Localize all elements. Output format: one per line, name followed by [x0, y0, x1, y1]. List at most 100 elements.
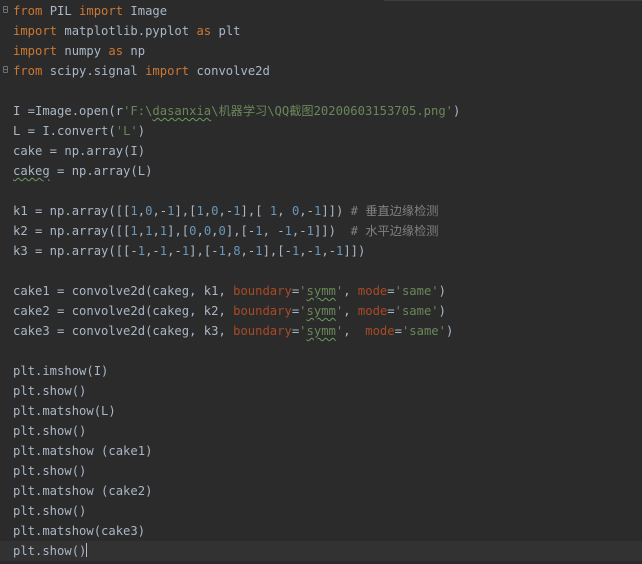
code-token: 1: [233, 204, 241, 218]
editor-gutter[interactable]: [0, 0, 12, 564]
code-token: ,: [152, 224, 160, 238]
code-token: ,-: [218, 204, 234, 218]
code-token: 1: [306, 224, 314, 238]
code-token: ],[-: [189, 244, 219, 258]
code-token: plt.show(): [13, 424, 87, 438]
code-line[interactable]: plt.imshow(I): [13, 361, 642, 381]
code-editor[interactable]: from PIL import Image import matplotlib.p…: [0, 0, 642, 564]
code-token: =: [394, 324, 402, 338]
code-line[interactable]: I =Image.open(r'F:\dasanxia\机器学习\QQ截图202…: [13, 101, 642, 121]
code-line[interactable]: cake3 = convolve2d(cakeg, k3, boundary='…: [13, 321, 642, 341]
code-token: boundary: [233, 284, 292, 298]
code-token: ,: [343, 284, 358, 298]
code-token: ,-: [321, 244, 336, 258]
code-token: cake1 = convolve2d(cakeg, k1,: [13, 284, 234, 298]
code-token: k3 = np.array([[-: [13, 244, 138, 258]
code-token: boundary: [233, 324, 292, 338]
code-line[interactable]: from PIL import Image: [13, 1, 642, 21]
code-token: ): [137, 124, 146, 138]
code-line[interactable]: cake2 = convolve2d(cakeg, k2, boundary='…: [13, 301, 642, 321]
code-token: import: [145, 64, 190, 78]
code-line[interactable]: cakeg = np.array(L): [13, 161, 642, 181]
code-token: symm: [306, 284, 336, 298]
code-line[interactable]: plt.show(): [13, 461, 642, 481]
code-token: ,-: [152, 204, 168, 218]
code-token: cakeg: [13, 164, 50, 178]
code-line[interactable]: plt.matshow (cake1): [13, 441, 642, 461]
code-token: , -: [262, 224, 285, 238]
code-token: 0: [218, 224, 226, 238]
code-token: boundary: [233, 304, 292, 318]
code-token: 'L': [115, 124, 138, 138]
code-line[interactable]: plt.show(): [13, 501, 642, 521]
code-line[interactable]: k1 = np.array([[1,0,-1],[1,0,-1],[ 1, 0,…: [13, 201, 642, 221]
code-token: ,: [343, 304, 358, 318]
code-line[interactable]: [13, 261, 642, 281]
code-token: k2 = np.array([[: [13, 224, 131, 238]
code-token: import: [13, 24, 58, 38]
code-token: ]]): [343, 244, 366, 258]
code-token: cake = np.array(I): [13, 144, 146, 158]
code-line[interactable]: plt.matshow (cake2): [13, 481, 642, 501]
code-line[interactable]: import matplotlib.pyplot as plt: [13, 21, 642, 41]
code-token: plt.show(): [13, 464, 87, 478]
code-token: plt.show(): [13, 384, 87, 398]
code-token: 8: [233, 244, 241, 258]
code-token: import: [79, 4, 124, 18]
code-line[interactable]: L = I.convert('L'): [13, 121, 642, 141]
code-line[interactable]: plt.show(): [0, 541, 642, 561]
text-cursor: [86, 543, 88, 557]
code-token: ,-: [299, 204, 314, 218]
code-token: ,-: [291, 224, 307, 238]
code-line[interactable]: plt.matshow(cake3): [13, 521, 642, 541]
code-token: PIL: [42, 4, 80, 18]
code-token: = np.array(L): [49, 164, 153, 178]
code-token: symm: [306, 304, 336, 318]
code-token: 'same': [401, 324, 446, 338]
code-token: ]]): [321, 204, 351, 218]
code-token: 1: [218, 244, 226, 258]
code-line[interactable]: import numpy as np: [13, 41, 642, 61]
code-line[interactable]: k2 = np.array([[1,1,1],[0,0,0],[-1, -1,-…: [13, 221, 642, 241]
code-token: k1 = np.array([[: [13, 204, 131, 218]
code-line[interactable]: plt.show(): [13, 381, 642, 401]
code-token: 1: [196, 204, 204, 218]
code-line[interactable]: plt.show(): [13, 421, 642, 441]
code-line[interactable]: [13, 81, 642, 101]
code-token: 1: [137, 244, 146, 258]
code-token: from: [13, 4, 43, 18]
code-line[interactable]: [13, 181, 642, 201]
fold-marker-icon[interactable]: [3, 66, 8, 73]
code-token: as: [196, 24, 212, 38]
code-token: # 水平边缘检测: [350, 224, 439, 238]
code-token: I =Image.open(r: [13, 104, 124, 118]
code-token: plt.show(): [13, 504, 87, 518]
code-line[interactable]: cake = np.array(I): [13, 141, 642, 161]
code-token: plt.imshow(I): [13, 364, 109, 378]
code-token: as: [108, 44, 124, 58]
code-token: # 垂直边缘检测: [350, 204, 439, 218]
code-token: ): [438, 304, 446, 318]
code-token: ,-: [145, 244, 160, 258]
code-token: ': [299, 304, 307, 318]
code-token: np: [123, 44, 146, 58]
code-token: ]]): [313, 224, 351, 238]
code-token: convolve2d: [189, 64, 270, 78]
code-token: 1: [255, 244, 263, 258]
code-line[interactable]: k3 = np.array([[-1,-1,-1],[-1,8,-1],[-1,…: [13, 241, 642, 261]
code-token: ,: [196, 224, 204, 238]
code-token: from: [13, 64, 43, 78]
code-line[interactable]: [13, 341, 642, 361]
code-line[interactable]: plt.matshow(L): [13, 401, 642, 421]
code-line[interactable]: cake1 = convolve2d(cakeg, k1, boundary='…: [13, 281, 642, 301]
code-line[interactable]: from scipy.signal import convolve2d: [13, 61, 642, 81]
code-token: mode: [357, 304, 388, 318]
fold-marker-icon[interactable]: [3, 6, 8, 13]
code-token: 1: [255, 224, 263, 238]
code-token: ],[: [167, 224, 190, 238]
code-token: ,: [137, 204, 146, 218]
code-token: ],[-: [262, 244, 292, 258]
code-token: \机器学习\QQ截图20200603153705.png': [211, 104, 454, 118]
code-token: matplotlib.pyplot: [57, 24, 197, 38]
code-token: ],[: [174, 204, 197, 218]
